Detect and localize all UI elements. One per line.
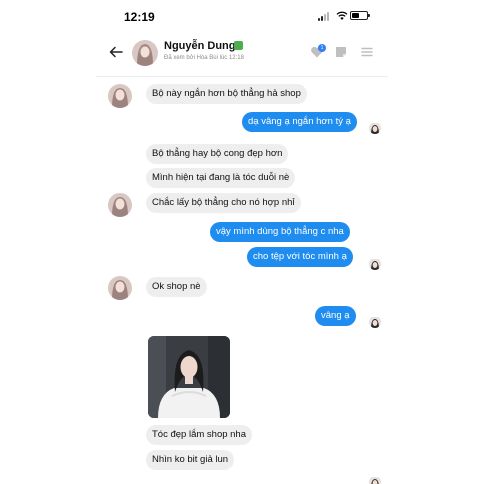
battery-icon — [350, 11, 370, 20]
outgoing-message[interactable]: vâng ạ — [315, 306, 356, 326]
incoming-message[interactable]: Ok shop nè — [146, 277, 207, 297]
photo-image — [148, 336, 230, 418]
contact-avatar[interactable] — [132, 40, 158, 66]
incoming-message[interactable]: Bộ thẳng hay bộ cong đẹp hơn — [146, 144, 289, 164]
sender-avatar-small — [369, 122, 381, 134]
status-time: 12:19 — [124, 10, 155, 24]
contact-name[interactable]: Nguyễn Dung — [164, 40, 236, 52]
notification-badge: 1 — [318, 44, 326, 52]
outgoing-message[interactable]: cho tệp với tóc mình ạ — [247, 247, 353, 267]
back-arrow-icon[interactable] — [108, 44, 124, 60]
shared-photo[interactable] — [148, 336, 230, 418]
contact-avatar-small[interactable] — [108, 193, 132, 217]
sender-avatar-small — [369, 316, 381, 328]
wifi-icon — [336, 11, 348, 20]
seen-status: Đã xem bởi Hòa Bùi lúc 12:18 — [164, 55, 244, 61]
note-icon[interactable] — [334, 45, 348, 59]
contact-avatar-small[interactable] — [108, 276, 132, 300]
status-bar: 12:19 — [96, 0, 388, 32]
contact-avatar-small[interactable] — [108, 84, 132, 108]
verified-icon — [234, 41, 243, 50]
sender-avatar-small — [369, 258, 381, 270]
signal-icon — [318, 12, 332, 21]
outgoing-message[interactable]: vậy mình dùng bộ thẳng c nha — [210, 222, 350, 242]
incoming-message[interactable]: Mình hiện tại đang là tóc duỗi nè — [146, 168, 296, 188]
chat-header: Nguyễn Dung Đã xem bởi Hòa Bùi lúc 12:18… — [96, 32, 388, 77]
incoming-message[interactable]: Nhìn ko bit giả lun — [146, 450, 235, 470]
message-list[interactable]: Bộ này ngắn hơn bộ thẳng hả shop dạ vâng… — [96, 76, 388, 484]
incoming-message[interactable]: Tóc đẹp lắm shop nha — [146, 425, 253, 445]
chat-screen: 12:19 Nguyễn Dung Đã xem bởi Hòa Bùi lúc… — [96, 0, 388, 484]
menu-icon[interactable] — [360, 45, 374, 59]
incoming-message[interactable]: Chắc lấy bộ thẳng cho nó hợp nhỉ — [146, 193, 301, 213]
sender-avatar-small — [369, 476, 381, 484]
incoming-message[interactable]: Bộ này ngắn hơn bộ thẳng hả shop — [146, 84, 307, 104]
outgoing-message[interactable]: dạ vâng ạ ngắn hơn tý ạ — [242, 112, 357, 132]
